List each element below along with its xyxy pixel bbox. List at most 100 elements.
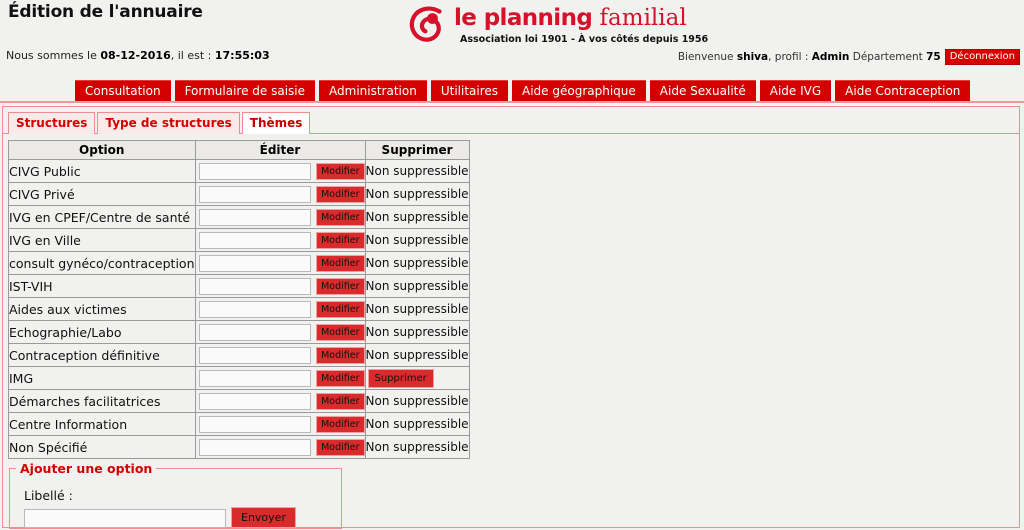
cell-supprimer: Non suppressible bbox=[364, 159, 470, 183]
nav-item-aide-contraception[interactable]: Aide Contraception bbox=[835, 80, 971, 102]
modifier-button[interactable]: Modifier bbox=[316, 163, 365, 180]
spiral-logo-icon bbox=[408, 5, 448, 45]
cell-option: CIVG Privé bbox=[8, 182, 196, 206]
datetime-prefix: Nous sommes le bbox=[6, 49, 101, 62]
cell-editer: Modifier bbox=[194, 343, 366, 367]
modifier-button[interactable]: Modifier bbox=[316, 439, 365, 456]
not-deletable-label: Non suppressible bbox=[365, 325, 469, 339]
current-date: 08-12-2016 bbox=[100, 49, 171, 62]
tab-structures[interactable]: Structures bbox=[8, 112, 96, 134]
nav-item-formulaire-de-saisie[interactable]: Formulaire de saisie bbox=[174, 80, 316, 102]
cell-editer: Modifier bbox=[194, 297, 366, 321]
not-deletable-label: Non suppressible bbox=[365, 302, 469, 316]
modifier-button[interactable]: Modifier bbox=[316, 393, 365, 410]
not-deletable-label: Non suppressible bbox=[365, 164, 469, 178]
username: shiva bbox=[736, 51, 769, 63]
cell-option: IST-VIH bbox=[8, 274, 196, 298]
cell-supprimer: Non suppressible bbox=[364, 389, 470, 413]
cell-editer: Modifier bbox=[194, 366, 366, 390]
add-option-legend: Ajouter une option bbox=[20, 461, 153, 476]
logout-button[interactable]: Déconnexion bbox=[944, 49, 1020, 65]
option-edit-input[interactable] bbox=[198, 208, 311, 226]
cell-option: consult gynéco/contraception bbox=[8, 251, 196, 275]
logo-wordmark-bold: le planning bbox=[454, 5, 593, 31]
tab-themes[interactable]: Thèmes bbox=[241, 112, 311, 134]
option-edit-input[interactable] bbox=[198, 369, 311, 387]
option-edit-input[interactable] bbox=[198, 300, 311, 318]
cell-editer: Modifier bbox=[194, 159, 366, 183]
modifier-button[interactable]: Modifier bbox=[316, 278, 365, 295]
nav-item-utilitaires[interactable]: Utilitaires bbox=[430, 80, 509, 102]
main-nav-list: Consultation Formulaire de saisie Admini… bbox=[75, 80, 1024, 102]
logo-wordmark: le planning familial bbox=[454, 5, 687, 31]
cell-editer: Modifier bbox=[194, 251, 366, 275]
tab-type-de-structures[interactable]: Type de structures bbox=[97, 112, 240, 134]
cell-supprimer: Non suppressible bbox=[364, 205, 470, 229]
option-edit-input[interactable] bbox=[198, 415, 311, 433]
cell-supprimer: Non suppressible bbox=[364, 251, 470, 275]
not-deletable-label: Non suppressible bbox=[365, 210, 469, 224]
not-deletable-label: Non suppressible bbox=[365, 187, 469, 201]
nav-divider bbox=[0, 101, 1024, 103]
department-prefix: Département bbox=[849, 51, 927, 63]
modifier-button[interactable]: Modifier bbox=[316, 232, 365, 249]
themes-table: Option Éditer Supprimer CIVG Public Modif… bbox=[8, 140, 470, 459]
cell-editer: Modifier bbox=[194, 228, 366, 252]
cell-supprimer: Non suppressible bbox=[364, 412, 470, 436]
nav-item-administration[interactable]: Administration bbox=[319, 80, 427, 102]
option-edit-input[interactable] bbox=[198, 346, 311, 364]
envoyer-button[interactable]: Envoyer bbox=[231, 507, 296, 528]
nav-item-aide-geographique[interactable]: Aide géographique bbox=[512, 80, 646, 102]
nav-item-aide-sexualite[interactable]: Aide Sexualité bbox=[649, 80, 756, 102]
cell-option: CIVG Public bbox=[8, 159, 196, 183]
option-edit-input[interactable] bbox=[198, 185, 311, 203]
cell-option: IVG en CPEF/Centre de santé bbox=[8, 205, 196, 229]
cell-supprimer: Supprimer bbox=[364, 366, 470, 390]
not-deletable-label: Non suppressible bbox=[365, 417, 469, 431]
modifier-button[interactable]: Modifier bbox=[316, 255, 365, 272]
option-edit-input[interactable] bbox=[198, 277, 311, 295]
column-header-editer: Éditer bbox=[194, 140, 366, 160]
option-edit-input[interactable] bbox=[198, 323, 311, 341]
modifier-button[interactable]: Modifier bbox=[316, 416, 365, 433]
table-row: consult gynéco/contraception Modifier Non … bbox=[8, 251, 470, 275]
cell-option: IVG en Ville bbox=[8, 228, 196, 252]
nav-item-consultation[interactable]: Consultation bbox=[75, 80, 171, 102]
table-row: IVG en Ville Modifier Non suppressible bbox=[8, 228, 470, 252]
not-deletable-label: Non suppressible bbox=[365, 348, 469, 362]
cell-option: Contraception définitive bbox=[8, 343, 196, 367]
modifier-button[interactable]: Modifier bbox=[316, 347, 365, 364]
option-edit-input[interactable] bbox=[198, 254, 311, 272]
option-edit-input[interactable] bbox=[198, 392, 311, 410]
modifier-button[interactable]: Modifier bbox=[316, 324, 365, 341]
not-deletable-label: Non suppressible bbox=[365, 233, 469, 247]
table-row: Contraception définitive Modifier Non supp… bbox=[8, 343, 470, 367]
cell-supprimer: Non suppressible bbox=[364, 320, 470, 344]
datetime-mid: , il est : bbox=[170, 49, 215, 62]
modifier-button[interactable]: Modifier bbox=[316, 186, 365, 203]
logo-tagline: Association loi 1901 - À vos côtés depui… bbox=[460, 34, 709, 45]
cell-editer: Modifier bbox=[194, 205, 366, 229]
not-deletable-label: Non suppressible bbox=[365, 279, 469, 293]
logo-wordmark-light: familial bbox=[592, 5, 687, 31]
option-edit-input[interactable] bbox=[198, 438, 311, 456]
libelle-input[interactable] bbox=[24, 509, 226, 528]
table-row: Centre Information Modifier Non suppressib… bbox=[8, 412, 470, 436]
supprimer-button[interactable]: Supprimer bbox=[367, 368, 434, 388]
cell-editer: Modifier bbox=[194, 435, 366, 459]
cell-editer: Modifier bbox=[194, 320, 366, 344]
table-row: Echographie/Labo Modifier Non suppressible bbox=[8, 320, 470, 344]
option-edit-input[interactable] bbox=[198, 231, 311, 249]
cell-supprimer: Non suppressible bbox=[364, 228, 470, 252]
modifier-button[interactable]: Modifier bbox=[316, 301, 365, 318]
modifier-button[interactable]: Modifier bbox=[316, 370, 365, 387]
cell-editer: Modifier bbox=[194, 412, 366, 436]
sub-tabs: Structures Type de structures Thèmes bbox=[8, 112, 312, 134]
table-row: Aides aux victimes Modifier Non suppressib… bbox=[8, 297, 470, 321]
nav-item-aide-ivg[interactable]: Aide IVG bbox=[759, 80, 832, 102]
modifier-button[interactable]: Modifier bbox=[316, 209, 365, 226]
cell-option: IMG bbox=[8, 366, 196, 390]
cell-supprimer: Non suppressible bbox=[364, 274, 470, 298]
profile-prefix: , profil : bbox=[768, 51, 812, 63]
option-edit-input[interactable] bbox=[198, 162, 311, 180]
